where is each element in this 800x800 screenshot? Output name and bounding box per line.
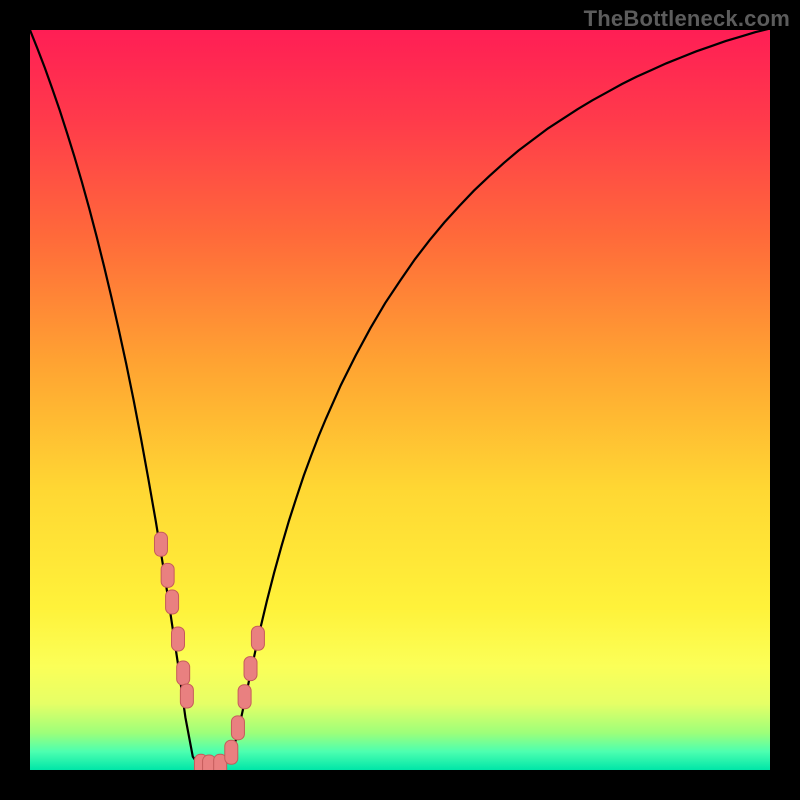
curve-marker <box>225 740 238 764</box>
curve-marker <box>172 627 185 651</box>
plot-area <box>30 30 770 770</box>
curve-marker <box>238 685 251 709</box>
curve-marker <box>166 590 179 614</box>
curve-marker <box>244 657 257 681</box>
bottleneck-curve-chart <box>30 30 770 770</box>
curve-marker <box>180 684 193 708</box>
curve-marker <box>177 661 190 685</box>
watermark-text: TheBottleneck.com <box>584 6 790 32</box>
curve-marker <box>154 532 167 556</box>
curve-marker <box>231 716 244 740</box>
chart-frame: TheBottleneck.com <box>0 0 800 800</box>
gradient-background <box>30 30 770 770</box>
curve-marker <box>251 626 264 650</box>
curve-marker <box>161 563 174 587</box>
